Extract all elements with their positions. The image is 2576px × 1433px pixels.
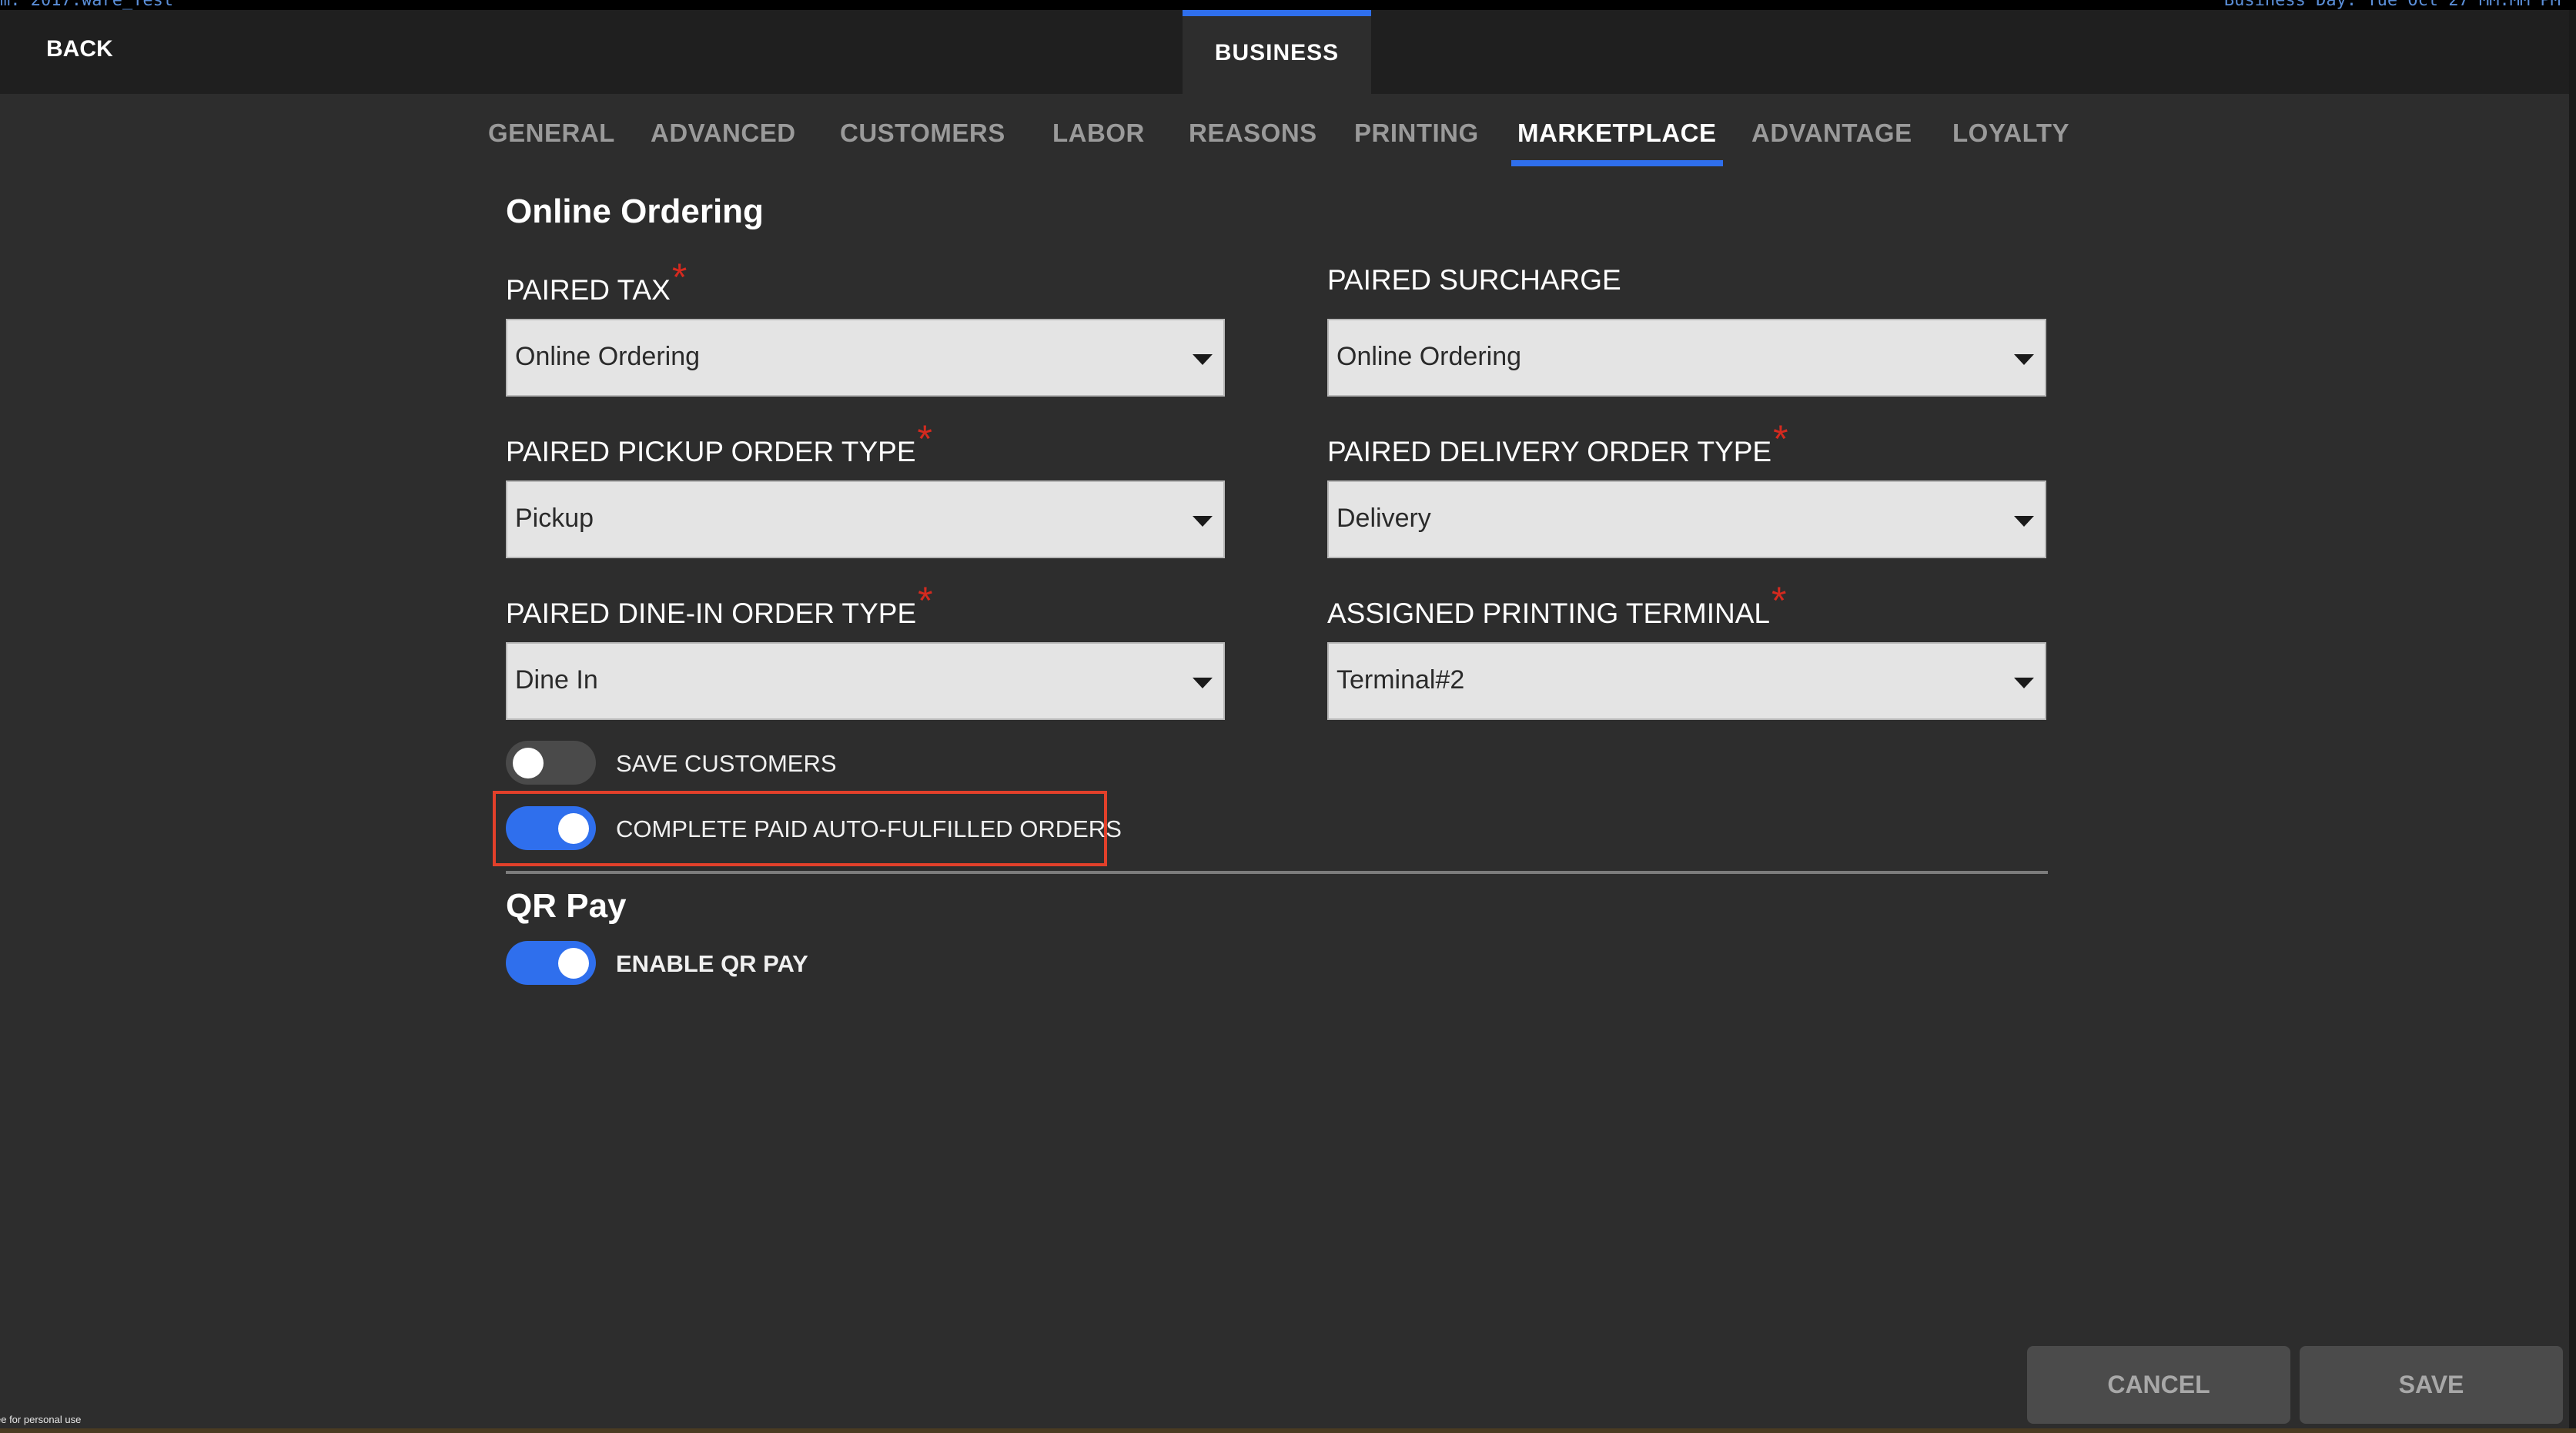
- tab-advanced[interactable]: ADVANCED: [651, 116, 796, 166]
- paired-tax-label: PAIRED TAX*: [506, 256, 687, 309]
- tab-marketplace[interactable]: MARKETPLACE: [1511, 116, 1722, 166]
- save-customers-label: SAVE CUSTOMERS: [616, 750, 837, 777]
- toggle-knob: [513, 748, 544, 778]
- toggle-knob: [558, 813, 589, 844]
- paired-dine-in-label: PAIRED DINE-IN ORDER TYPE*: [506, 579, 933, 632]
- business-header-tab[interactable]: BUSINESS: [1183, 10, 1371, 94]
- tab-loyalty[interactable]: LOYALTY: [1952, 116, 2069, 166]
- printing-terminal-select[interactable]: Terminal#2: [1327, 642, 2046, 720]
- printing-terminal-label: ASSIGNED PRINTING TERMINAL*: [1327, 579, 1786, 632]
- dropdown-arrow-icon: [2014, 678, 2034, 688]
- required-asterisk: *: [917, 417, 932, 460]
- dropdown-arrow-icon: [2014, 354, 2034, 365]
- paired-tax-value: Online Ordering: [515, 342, 701, 371]
- paired-tax-label-text: PAIRED TAX: [506, 274, 671, 306]
- paired-dine-in-value: Dine In: [515, 665, 598, 695]
- required-asterisk: *: [1771, 579, 1787, 622]
- system-status-bar: m: 2017.ware_Test Business Day: Tue Oct …: [0, 0, 2576, 10]
- qr-pay-title: QR Pay: [506, 887, 627, 925]
- paired-pickup-select[interactable]: Pickup: [506, 480, 1225, 558]
- tab-general[interactable]: GENERAL: [488, 116, 615, 166]
- save-customers-toggle[interactable]: [506, 741, 596, 785]
- watermark-text: ee for personal use: [0, 1414, 82, 1425]
- required-asterisk: *: [1773, 417, 1788, 460]
- paired-delivery-label: PAIRED DELIVERY ORDER TYPE*: [1327, 417, 1788, 470]
- printing-terminal-label-text: ASSIGNED PRINTING TERMINAL: [1327, 598, 1770, 629]
- paired-pickup-value: Pickup: [515, 504, 594, 533]
- paired-surcharge-label: PAIRED SURCHARGE: [1327, 264, 1621, 296]
- paired-dine-in-label-text: PAIRED DINE-IN ORDER TYPE: [506, 598, 917, 629]
- paired-pickup-label: PAIRED PICKUP ORDER TYPE*: [506, 417, 932, 470]
- dropdown-arrow-icon: [1193, 354, 1213, 365]
- toggle-knob: [558, 948, 589, 979]
- back-button[interactable]: BACK: [46, 36, 113, 62]
- enable-qr-pay-label: ENABLE QR PAY: [616, 950, 808, 977]
- paired-pickup-label-text: PAIRED PICKUP ORDER TYPE: [506, 436, 916, 467]
- paired-surcharge-select[interactable]: Online Ordering: [1327, 319, 2046, 397]
- system-status-left: m: 2017.ware_Test: [0, 0, 174, 10]
- tab-reasons[interactable]: REASONS: [1189, 116, 1317, 166]
- paired-delivery-label-text: PAIRED DELIVERY ORDER TYPE: [1327, 436, 1772, 467]
- header-bar: BACK BUSINESS: [0, 10, 2576, 94]
- printing-terminal-value: Terminal#2: [1337, 665, 1465, 695]
- enable-qr-pay-toggle[interactable]: [506, 941, 596, 985]
- tab-printing[interactable]: PRINTING: [1354, 116, 1479, 166]
- settings-tabs: GENERAL ADVANCED CUSTOMERS LABOR REASONS…: [0, 116, 2576, 169]
- required-asterisk: *: [918, 579, 933, 622]
- tab-customers[interactable]: CUSTOMERS: [840, 116, 1005, 166]
- window-edge: [2569, 10, 2576, 1428]
- paired-surcharge-value: Online Ordering: [1337, 342, 1522, 371]
- paired-surcharge-label-text: PAIRED SURCHARGE: [1327, 264, 1621, 296]
- online-ordering-title: Online Ordering: [506, 193, 764, 230]
- system-status-right: Business Day: Tue Oct 27 MM:MM PM: [2223, 0, 2561, 10]
- save-button[interactable]: SAVE: [2300, 1346, 2563, 1424]
- paired-delivery-value: Delivery: [1337, 504, 1431, 533]
- section-divider: [506, 871, 2048, 874]
- dropdown-arrow-icon: [1193, 678, 1213, 688]
- desktop-strip: [0, 1428, 2576, 1433]
- tab-advantage[interactable]: ADVANTAGE: [1751, 116, 1912, 166]
- required-asterisk: *: [671, 256, 687, 299]
- tab-labor[interactable]: LABOR: [1052, 116, 1145, 166]
- dropdown-arrow-icon: [1193, 516, 1213, 527]
- paired-dine-in-select[interactable]: Dine In: [506, 642, 1225, 720]
- complete-paid-orders-label: COMPLETE PAID AUTO-FULFILLED ORDERS: [616, 815, 1122, 842]
- dropdown-arrow-icon: [2014, 516, 2034, 527]
- paired-delivery-select[interactable]: Delivery: [1327, 480, 2046, 558]
- paired-tax-select[interactable]: Online Ordering: [506, 319, 1225, 397]
- complete-paid-orders-toggle[interactable]: [506, 806, 596, 850]
- cancel-button[interactable]: CANCEL: [2027, 1346, 2290, 1424]
